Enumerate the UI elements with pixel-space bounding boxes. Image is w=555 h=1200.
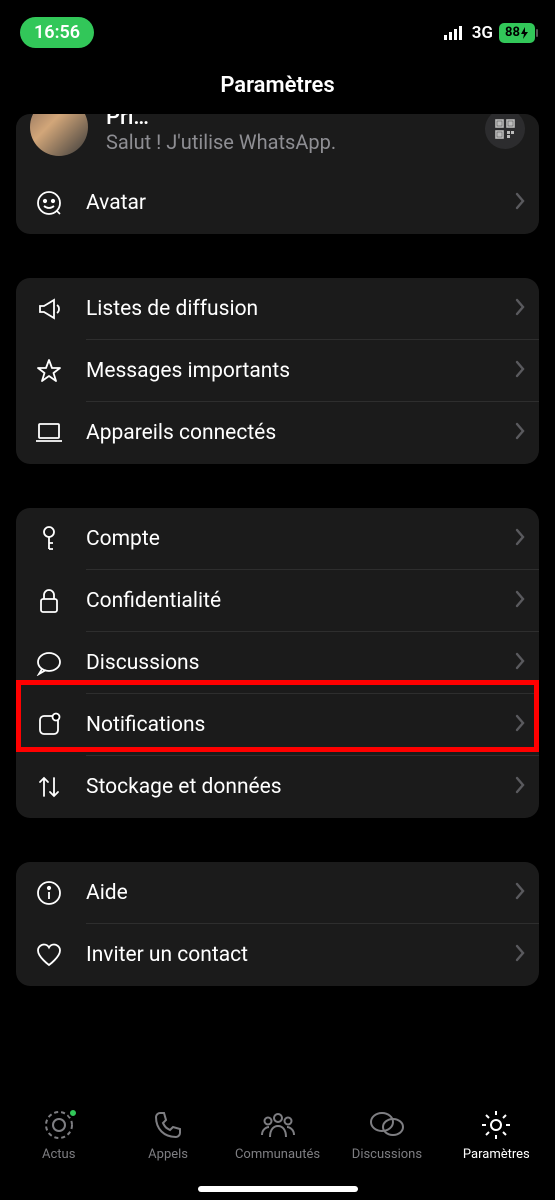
starred-label: Messages importants (86, 359, 515, 383)
avatar-row[interactable]: Avatar (16, 172, 539, 234)
network-type: 3G (472, 23, 493, 43)
profile-section: Pri… Salut ! J'utilise WhatsApp. Avatar (16, 114, 539, 234)
chevron-right-icon (515, 528, 525, 550)
profile-name: Pri… (106, 114, 485, 130)
communities-icon (259, 1108, 297, 1142)
chats-label: Discussions (86, 651, 515, 675)
signal-icon (444, 26, 466, 40)
tab-updates-label: Actus (42, 1147, 75, 1162)
tab-settings-label: Paramètres (463, 1147, 530, 1162)
chevron-right-icon (515, 882, 525, 904)
tab-calls-label: Appels (148, 1147, 188, 1162)
account-row[interactable]: Compte (16, 508, 539, 570)
arrows-updown-icon (32, 774, 66, 800)
invite-row[interactable]: Inviter un contact (16, 924, 539, 986)
invite-label: Inviter un contact (86, 943, 515, 967)
storage-label: Stockage et données (86, 775, 515, 799)
status-bar: 16:56 3G 88 (0, 0, 555, 55)
chevron-right-icon (515, 360, 525, 382)
status-right: 3G 88 (444, 23, 535, 43)
linked-label: Appareils connectés (86, 421, 515, 445)
chevron-right-icon (515, 944, 525, 966)
megaphone-icon (32, 296, 66, 322)
account-label: Compte (86, 527, 515, 551)
tab-settings[interactable]: Paramètres (442, 1108, 551, 1200)
notifications-row[interactable]: Notifications (16, 694, 539, 756)
header: Paramètres (0, 55, 555, 114)
chevron-right-icon (515, 298, 525, 320)
info-icon (32, 880, 66, 906)
updates-icon (42, 1108, 76, 1142)
starred-messages-row[interactable]: Messages importants (16, 340, 539, 402)
notifications-label: Notifications (86, 713, 515, 737)
chevron-right-icon (515, 776, 525, 798)
heart-icon (32, 943, 66, 967)
lock-icon (32, 587, 66, 615)
qr-code-button[interactable] (485, 114, 525, 149)
phone-icon (152, 1108, 184, 1142)
tab-bar: Actus Appels Communautés Discussions Par… (0, 1098, 555, 1200)
home-indicator (198, 1186, 358, 1192)
tab-updates[interactable]: Actus (4, 1108, 113, 1200)
notification-icon (32, 712, 66, 738)
laptop-icon (32, 422, 66, 444)
group-help: Aide Inviter un contact (16, 862, 539, 986)
profile-row[interactable]: Pri… Salut ! J'utilise WhatsApp. (16, 114, 539, 172)
privacy-row[interactable]: Confidentialité (16, 570, 539, 632)
help-row[interactable]: Aide (16, 862, 539, 924)
chevron-right-icon (515, 192, 525, 214)
avatar-icon (32, 189, 66, 217)
battery-icon: 88 (499, 23, 535, 43)
tab-communities-label: Communautés (235, 1147, 320, 1162)
profile-text: Pri… Salut ! J'utilise WhatsApp. (106, 114, 485, 154)
chevron-right-icon (515, 590, 525, 612)
avatar-label: Avatar (86, 191, 515, 215)
status-time: 16:56 (20, 17, 94, 48)
star-icon (32, 358, 66, 384)
tab-chats-label: Discussions (352, 1147, 422, 1162)
key-icon (32, 525, 66, 553)
chevron-right-icon (515, 714, 525, 736)
page-title: Paramètres (0, 73, 555, 98)
profile-status-text: Salut ! J'utilise WhatsApp. (106, 130, 485, 154)
chats-icon (368, 1108, 406, 1142)
chevron-right-icon (515, 422, 525, 444)
help-label: Aide (86, 881, 515, 905)
avatar (30, 114, 88, 156)
gear-icon (479, 1108, 513, 1142)
chevron-right-icon (515, 652, 525, 674)
storage-row[interactable]: Stockage et données (16, 756, 539, 818)
broadcast-label: Listes de diffusion (86, 297, 515, 321)
chats-row[interactable]: Discussions (16, 632, 539, 694)
chat-bubble-icon (32, 650, 66, 676)
broadcast-lists-row[interactable]: Listes de diffusion (16, 278, 539, 340)
group-chat-tools: Listes de diffusion Messages importants … (16, 278, 539, 464)
group-settings: Compte Confidentialité Discussions Notif… (16, 508, 539, 818)
linked-devices-row[interactable]: Appareils connectés (16, 402, 539, 464)
privacy-label: Confidentialité (86, 589, 515, 613)
